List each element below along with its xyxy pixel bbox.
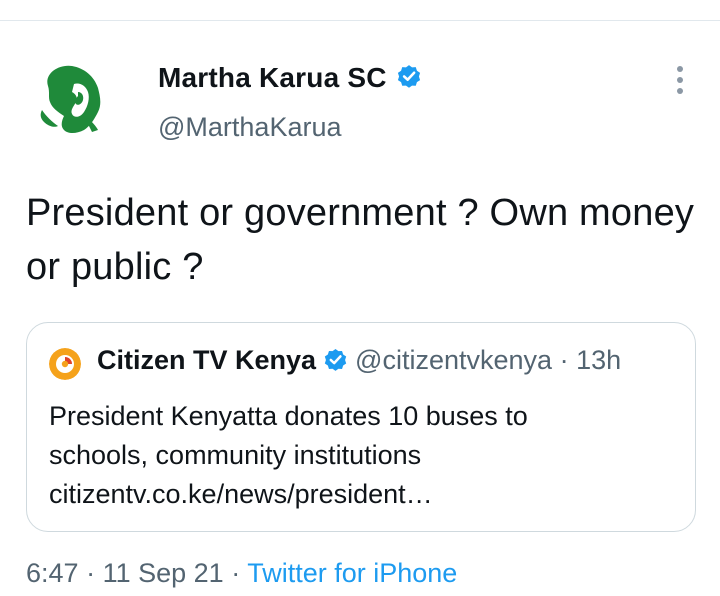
- quoted-separator: ·: [559, 345, 569, 375]
- author-name-row[interactable]: Martha Karua SC: [158, 62, 423, 94]
- quoted-author-handle[interactable]: @citizentvkenya: [355, 345, 552, 375]
- more-vertical-icon[interactable]: [668, 64, 692, 96]
- author-handle[interactable]: @MarthaKarua: [158, 112, 342, 143]
- quoted-timestamp[interactable]: 13h: [576, 345, 621, 375]
- tweet-source-link[interactable]: Twitter for iPhone: [247, 558, 457, 588]
- quoted-link[interactable]: citizentv.co.ke/news/president…: [49, 475, 679, 514]
- quoted-tweet-text: President Kenyatta donates 10 buses to s…: [49, 397, 679, 514]
- citizen-tv-logo: [49, 348, 81, 380]
- meta-separator: ·: [231, 558, 241, 588]
- profile-portrait-logo: [28, 56, 116, 144]
- more-dot: [677, 88, 683, 94]
- quoted-tweet-card[interactable]: Citizen TV Kenya @citizentvkenya · 13h Pr…: [26, 322, 696, 532]
- tweet-time[interactable]: 6:47: [26, 558, 79, 588]
- more-dot: [677, 77, 683, 83]
- quoted-author-avatar[interactable]: [49, 348, 81, 380]
- more-dot: [677, 66, 683, 72]
- quoted-text-line: schools, community institutions: [49, 440, 422, 470]
- quoted-author-name[interactable]: Citizen TV Kenya: [97, 345, 316, 375]
- author-avatar[interactable]: [28, 56, 116, 144]
- tweet-metadata: 6:47 · 11 Sep 21 · Twitter for iPhone: [26, 558, 457, 589]
- top-divider: [0, 20, 720, 21]
- quoted-tweet-header: Citizen TV Kenya @citizentvkenya · 13h: [97, 345, 621, 376]
- author-name[interactable]: Martha Karua SC: [158, 62, 387, 93]
- verified-badge-icon: [324, 349, 347, 371]
- tweet-text: President or government ? Own money or p…: [26, 192, 695, 288]
- meta-separator: ·: [86, 558, 96, 588]
- tweet-date[interactable]: 11 Sep 21: [103, 558, 224, 588]
- quoted-text-line: President Kenyatta donates 10 buses to: [49, 401, 528, 431]
- verified-badge-icon: [397, 65, 420, 88]
